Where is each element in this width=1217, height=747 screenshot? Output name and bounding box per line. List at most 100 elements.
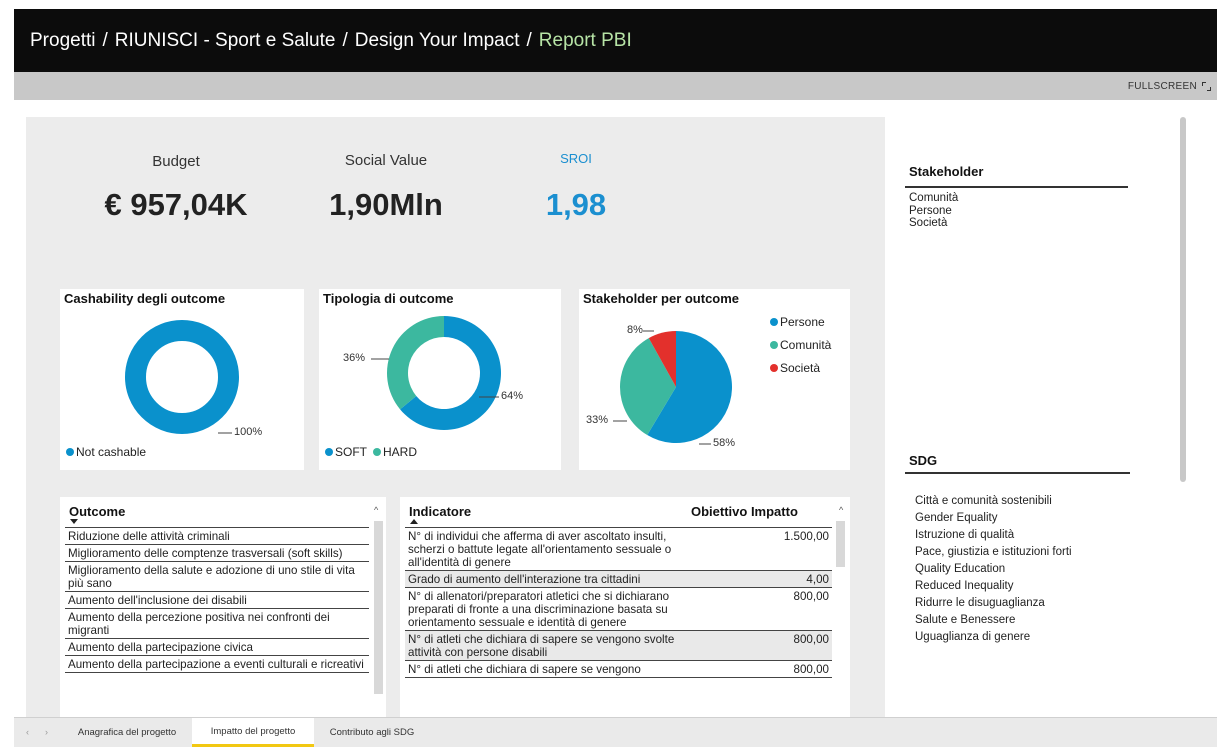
- slicer-item[interactable]: Città e comunità sostenibili: [915, 493, 1072, 510]
- table-row[interactable]: Miglioramento delle comptenze trasversal…: [65, 545, 369, 562]
- report-canvas: Budget € 957,04K Social Value 1,90Mln SR…: [26, 117, 885, 717]
- table-row[interactable]: Aumento della partecipazione a eventi cu…: [65, 656, 369, 673]
- target-header[interactable]: Obiettivo Impatto: [691, 504, 798, 519]
- breadcrumb-separator: /: [102, 29, 108, 51]
- filters-panel: Stakeholder Comunità Persone Società SDG…: [885, 117, 1185, 717]
- cashability-donut: [125, 320, 239, 434]
- breadcrumb-item-progetti[interactable]: Progetti: [30, 30, 95, 52]
- slicer-item[interactable]: Società: [909, 217, 958, 230]
- tipologia-donut-chart: [371, 316, 501, 430]
- tab-anagrafica[interactable]: Anagrafica del progetto: [64, 718, 190, 747]
- outcome-cell: Aumento della partecipazione civica: [68, 641, 253, 654]
- slicer-item[interactable]: Uguaglianza di genere: [915, 629, 1072, 646]
- table-row[interactable]: N° di allenatori/preparatori atletici ch…: [405, 588, 832, 631]
- social-value-value: 1,90Mln: [329, 187, 443, 222]
- legend-dot: [770, 364, 778, 372]
- slicer-item[interactable]: Reduced Inequality: [915, 578, 1072, 595]
- tab-impatto[interactable]: Impatto del progetto: [192, 718, 314, 747]
- table-row[interactable]: N° di atleti che dichiara di sapere se v…: [405, 661, 832, 678]
- pie-label-comunita: 33%: [586, 414, 609, 426]
- legend-label: SOFT: [335, 445, 367, 459]
- table-row[interactable]: Aumento dell'inclusione dei disabili: [65, 592, 369, 609]
- legend-label: Comunità: [780, 338, 832, 352]
- indicator-table: Indicatore Obiettivo Impatto N° di indiv…: [400, 497, 850, 717]
- stakeholder-slicer-list: Comunità Persone Società: [909, 192, 958, 230]
- legend-item-hard: HARD: [373, 445, 417, 459]
- legend-item-comunita: Comunità: [770, 338, 831, 352]
- slice-hard[interactable]: [387, 316, 444, 410]
- tab-contributo-sdg[interactable]: Contributo agli SDG: [316, 718, 428, 747]
- divider: [905, 472, 1130, 474]
- slicer-item[interactable]: Quality Education: [915, 561, 1072, 578]
- tab-next-icon[interactable]: ›: [45, 727, 48, 737]
- target-cell: 800,00: [793, 663, 829, 676]
- indicator-cell: N° di atleti che dichiara di sapere se v…: [408, 663, 641, 676]
- sort-asc-icon[interactable]: [410, 519, 418, 524]
- target-cell: 800,00: [793, 633, 829, 646]
- indicator-cell: N° di allenatori/preparatori atletici ch…: [408, 590, 670, 629]
- legend-dot: [325, 448, 333, 456]
- table-row[interactable]: Aumento della percezione positiva nei co…: [65, 609, 369, 639]
- slicer-item[interactable]: Comunità: [909, 192, 958, 205]
- slicer-item[interactable]: Gender Equality: [915, 510, 1072, 527]
- sdg-slicer-list: Città e comunità sostenibili Gender Equa…: [915, 493, 1072, 646]
- table-row[interactable]: Miglioramento della salute e adozione di…: [65, 562, 369, 592]
- table-row[interactable]: Grado di aumento dell'interazione tra ci…: [405, 571, 832, 588]
- page-tabs: ‹ › Anagrafica del progetto Impatto del …: [14, 717, 1217, 747]
- target-cell: 4,00: [806, 573, 829, 586]
- breadcrumb-item-design[interactable]: Design Your Impact: [355, 30, 520, 52]
- table-row[interactable]: Aumento della partecipazione civica: [65, 639, 369, 656]
- table-row[interactable]: Riduzione delle attività criminali: [65, 528, 369, 545]
- breadcrumb-separator: /: [526, 29, 532, 51]
- indicator-scrollbar[interactable]: [836, 521, 845, 567]
- cashability-card: Cashability degli outcome 100% Not casha…: [60, 289, 304, 470]
- legend-dot: [66, 448, 74, 456]
- header-bar: Progetti / RIUNISCI - Sport e Salute / D…: [14, 9, 1217, 72]
- slicer-item[interactable]: Persone: [909, 205, 958, 218]
- scroll-up-icon[interactable]: ^: [374, 505, 378, 515]
- indicator-rows: N° di individui che afferma di aver asco…: [405, 527, 832, 678]
- table-row[interactable]: N° di atleti che dichiara di sapere se v…: [405, 631, 832, 661]
- legend-item-not-cashable: Not cashable: [66, 445, 146, 459]
- legend-label: Società: [780, 361, 821, 375]
- outcome-cell: Miglioramento della salute e adozione di…: [68, 564, 355, 590]
- tab-prev-icon[interactable]: ‹: [26, 727, 29, 737]
- page-scrollbar[interactable]: [1180, 117, 1186, 482]
- slicer-item[interactable]: Ridurre le disuguaglianza: [915, 595, 1072, 612]
- budget-value: € 957,04K: [104, 187, 248, 222]
- outcome-rows: Riduzione delle attività criminali Migli…: [65, 527, 369, 673]
- divider: [905, 186, 1128, 188]
- tipologia-label-soft: 64%: [501, 390, 524, 402]
- breadcrumb-item-project[interactable]: RIUNISCI - Sport e Salute: [115, 30, 336, 52]
- indicator-cell: N° di atleti che dichiara di sapere se v…: [408, 633, 675, 659]
- tipologia-legend: SOFT HARD: [325, 445, 417, 459]
- scroll-up-icon[interactable]: ^: [839, 505, 843, 515]
- slicer-item[interactable]: Pace, giustizia e istituzioni forti: [915, 544, 1072, 561]
- pie-label-persone: 58%: [713, 437, 736, 449]
- breadcrumb: Progetti / RIUNISCI - Sport e Salute / D…: [30, 30, 632, 52]
- slicer-item[interactable]: Istruzione di qualità: [915, 527, 1072, 544]
- legend-label: Not cashable: [76, 445, 147, 459]
- slicer-item[interactable]: Salute e Benessere: [915, 612, 1072, 629]
- legend-dot: [770, 318, 778, 326]
- fullscreen-button[interactable]: FULLSCREEN: [1128, 81, 1211, 92]
- legend-item-persone: Persone: [770, 315, 825, 329]
- sroi-label: SROI: [560, 151, 592, 166]
- outcome-cell: Miglioramento delle comptenze trasversal…: [68, 547, 343, 560]
- social-value-label: Social Value: [344, 152, 428, 169]
- outcome-scrollbar[interactable]: [374, 521, 383, 694]
- target-cell: 800,00: [793, 590, 829, 603]
- stakeholder-pie-card: Stakeholder per outcome 8% 33% 58% Perso…: [579, 289, 850, 470]
- stakeholder-pie: [620, 331, 732, 443]
- cashability-donut-chart: [125, 320, 239, 434]
- indicator-header[interactable]: Indicatore: [409, 504, 471, 519]
- pie-label-societa: 8%: [627, 324, 643, 336]
- table-row[interactable]: N° di individui che afferma di aver asco…: [405, 528, 832, 571]
- sort-desc-icon[interactable]: [70, 519, 78, 524]
- slice-not-cashable[interactable]: [125, 320, 239, 434]
- outcome-table: Outcome Riduzione delle attività crimina…: [60, 497, 386, 717]
- outcome-cell: Aumento della partecipazione a eventi cu…: [68, 658, 364, 671]
- outcome-header[interactable]: Outcome: [69, 504, 125, 519]
- cashability-legend: Not cashable: [66, 445, 146, 459]
- target-cell: 1.500,00: [783, 530, 829, 543]
